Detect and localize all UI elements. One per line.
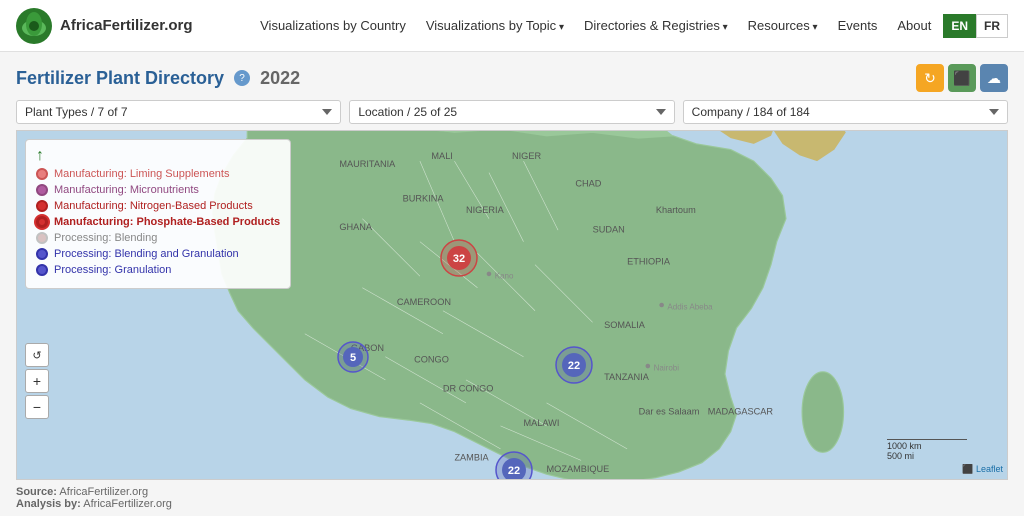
company-filter[interactable]: Company / 184 of 184 xyxy=(683,100,1008,124)
action-cloud-button[interactable]: ☁ xyxy=(980,64,1008,92)
zoom-in-button[interactable]: + xyxy=(25,369,49,393)
action-refresh-button[interactable]: ↻ xyxy=(916,64,944,92)
svg-text:MALI: MALI xyxy=(431,151,452,161)
title-row: Fertilizer Plant Directory ? 2022 ↻ ⬛ ☁ xyxy=(16,64,1008,92)
scale-mi: 500 mi xyxy=(887,451,914,461)
language-selector: EN FR xyxy=(943,14,1008,38)
legend-label-blending: Processing: Blending xyxy=(54,232,157,244)
main-nav: Visualizations by Country Visualizations… xyxy=(260,18,931,33)
footer: Source: AfricaFertilizer.org Analysis by… xyxy=(0,480,1024,516)
legend-label-phosphate: Manufacturing: Phosphate-Based Products xyxy=(54,216,280,228)
legend-dot-blending xyxy=(36,232,48,244)
svg-text:Addis Abeba: Addis Abeba xyxy=(667,303,713,312)
svg-text:22: 22 xyxy=(508,465,520,477)
legend-dot-liming xyxy=(36,168,48,180)
filter-row: Plant Types / 7 of 7 Location / 25 of 25… xyxy=(16,100,1008,124)
legend-label-granulation: Processing: Granulation xyxy=(54,264,171,276)
reset-view-button[interactable]: ↺ xyxy=(25,343,49,367)
nav-directories[interactable]: Directories & Registries xyxy=(584,18,728,33)
svg-text:DR CONGO: DR CONGO xyxy=(443,383,494,393)
logo-icon xyxy=(16,8,52,44)
map-container[interactable]: MAURITANIA MALI NIGER CHAD BURKINA NIGER… xyxy=(16,130,1008,480)
svg-text:NIGERIA: NIGERIA xyxy=(466,205,505,215)
nav-visualizations-topic[interactable]: Visualizations by Topic xyxy=(426,18,564,33)
nav-events[interactable]: Events xyxy=(838,18,878,33)
legend-item-blending[interactable]: Processing: Blending xyxy=(36,232,280,244)
main-content: Fertilizer Plant Directory ? 2022 ↻ ⬛ ☁ … xyxy=(0,52,1024,480)
header: AfricaFertilizer.org Visualizations by C… xyxy=(0,0,1024,52)
svg-text:CONGO: CONGO xyxy=(414,355,449,365)
lang-fr-button[interactable]: FR xyxy=(976,14,1008,38)
legend-label-nitrogen: Manufacturing: Nitrogen-Based Products xyxy=(54,200,253,212)
svg-text:MOZAMBIQUE: MOZAMBIQUE xyxy=(547,464,610,474)
legend-label-liming: Manufacturing: Liming Supplements xyxy=(54,168,229,180)
year-badge: 2022 xyxy=(260,68,300,89)
svg-text:SUDAN: SUDAN xyxy=(593,224,625,234)
cluster-22-zambia[interactable]: 22 xyxy=(495,451,533,480)
leaflet-label: Leaflet xyxy=(976,464,1003,474)
svg-text:5: 5 xyxy=(350,352,356,364)
source-value: AfricaFertilizer.org xyxy=(59,486,148,498)
svg-text:MAURITANIA: MAURITANIA xyxy=(339,159,396,169)
svg-text:Nairobi: Nairobi xyxy=(654,364,680,373)
source-label: Source: xyxy=(16,486,57,498)
analysis-label: Analysis by: xyxy=(16,498,81,510)
legend-dot-granulation xyxy=(36,264,48,276)
legend-dot-micronutrients xyxy=(36,184,48,196)
legend-item-blending-granulation[interactable]: Processing: Blending and Granulation xyxy=(36,248,280,260)
svg-text:Kano: Kano xyxy=(495,272,514,281)
svg-text:MADAGASCAR: MADAGASCAR xyxy=(708,406,774,416)
svg-text:TANZANIA: TANZANIA xyxy=(604,372,650,382)
svg-text:GHANA: GHANA xyxy=(339,222,373,232)
legend-item-granulation[interactable]: Processing: Granulation xyxy=(36,264,280,276)
leaflet-credit: ⬛ Leaflet xyxy=(962,464,1003,475)
analysis-value: AfricaFertilizer.org xyxy=(83,498,172,510)
svg-text:Dar es Salaam: Dar es Salaam xyxy=(639,406,700,416)
cluster-32[interactable]: 32 xyxy=(440,239,478,280)
map-controls: ↺ + − xyxy=(25,343,49,419)
legend-arrow-icon: ↑ xyxy=(36,148,44,164)
legend-label-micronutrients: Manufacturing: Micronutrients xyxy=(54,184,199,196)
location-filter[interactable]: Location / 25 of 25 xyxy=(349,100,674,124)
svg-text:ZAMBIA: ZAMBIA xyxy=(454,452,489,462)
lang-en-button[interactable]: EN xyxy=(943,14,976,38)
legend-item-nitrogen[interactable]: Manufacturing: Nitrogen-Based Products xyxy=(36,200,280,212)
legend: ↑ Manufacturing: Liming Supplements Manu… xyxy=(25,139,291,289)
nav-visualizations-country[interactable]: Visualizations by Country xyxy=(260,18,406,33)
legend-dot-nitrogen xyxy=(36,200,48,212)
scale-bar: 1000 km 500 mi xyxy=(887,439,967,461)
svg-text:ETHIOPIA: ETHIOPIA xyxy=(627,257,671,267)
svg-text:BURKINA: BURKINA xyxy=(403,193,445,203)
legend-dot-phosphate xyxy=(36,216,48,228)
action-download-button[interactable]: ⬛ xyxy=(948,64,976,92)
logo-area: AfricaFertilizer.org xyxy=(16,8,193,44)
legend-item-micronutrients[interactable]: Manufacturing: Micronutrients xyxy=(36,184,280,196)
footer-analysis: Analysis by: AfricaFertilizer.org xyxy=(16,498,1008,510)
cluster-5[interactable]: 5 xyxy=(337,341,369,376)
svg-text:MALAWI: MALAWI xyxy=(524,418,560,428)
nav-about[interactable]: About xyxy=(897,18,931,33)
zoom-out-button[interactable]: − xyxy=(25,395,49,419)
svg-text:SOMALIA: SOMALIA xyxy=(604,320,646,330)
svg-text:Khartoum: Khartoum xyxy=(656,205,696,215)
nav-resources[interactable]: Resources xyxy=(748,18,818,33)
svg-text:22: 22 xyxy=(568,360,580,372)
plant-types-filter[interactable]: Plant Types / 7 of 7 xyxy=(16,100,341,124)
svg-text:CAMEROON: CAMEROON xyxy=(397,297,451,307)
page-title: Fertilizer Plant Directory xyxy=(16,68,224,89)
cluster-22-kenya[interactable]: 22 xyxy=(555,346,593,387)
legend-label-blending-granulation: Processing: Blending and Granulation xyxy=(54,248,239,260)
logo-text: AfricaFertilizer.org xyxy=(60,17,193,34)
legend-item-phosphate[interactable]: Manufacturing: Phosphate-Based Products xyxy=(36,216,280,228)
action-icons: ↻ ⬛ ☁ xyxy=(916,64,1008,92)
svg-text:32: 32 xyxy=(453,253,465,265)
legend-dot-blending-granulation xyxy=(36,248,48,260)
legend-item-liming[interactable]: Manufacturing: Liming Supplements xyxy=(36,168,280,180)
svg-text:CHAD: CHAD xyxy=(575,178,601,188)
footer-source: Source: AfricaFertilizer.org xyxy=(16,486,1008,498)
svg-text:NIGER: NIGER xyxy=(512,151,541,161)
help-icon[interactable]: ? xyxy=(234,70,250,86)
scale-km: 1000 km xyxy=(887,441,922,451)
legend-reset[interactable]: ↑ xyxy=(36,148,280,164)
